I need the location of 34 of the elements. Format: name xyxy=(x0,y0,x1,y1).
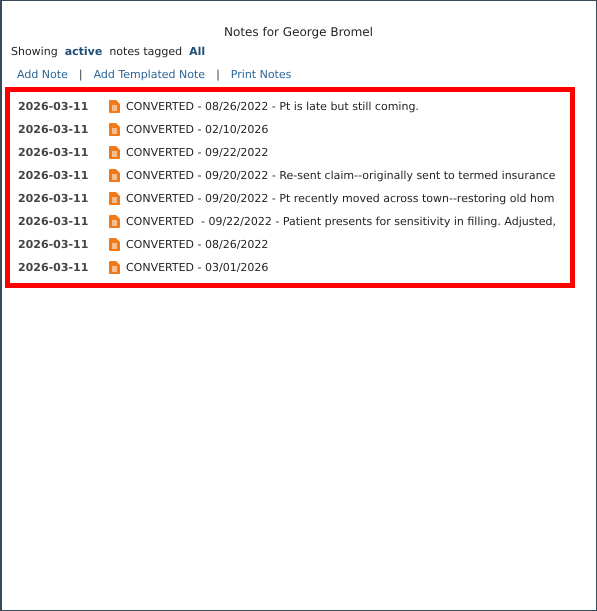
note-text[interactable]: CONVERTED - 08/26/2022 xyxy=(126,238,268,251)
note-date: 2026-03-11 xyxy=(18,100,90,113)
document-icon xyxy=(109,261,120,274)
note-date: 2026-03-11 xyxy=(18,192,90,205)
filter-label: Showing xyxy=(11,45,58,58)
note-date: 2026-03-11 xyxy=(18,146,90,159)
note-date: 2026-03-11 xyxy=(18,215,90,228)
note-date: 2026-03-11 xyxy=(18,238,90,251)
separator: | xyxy=(78,68,83,81)
note-text[interactable]: CONVERTED - 09/20/2022 - Re-sent claim--originally sent to termed insurance xyxy=(126,169,556,182)
document-icon xyxy=(109,238,120,251)
note-text[interactable]: CONVERTED - 08/26/2022 - Pt is late but still coming. xyxy=(126,100,419,113)
tag-filter[interactable]: All xyxy=(189,45,206,58)
document-icon xyxy=(109,123,120,136)
note-date: 2026-03-11 xyxy=(18,261,90,274)
document-icon xyxy=(109,192,120,205)
window-title: Notes for George Bromel xyxy=(223,25,374,39)
separator: | xyxy=(216,68,220,81)
note-date: 2026-03-11 xyxy=(18,169,90,182)
status-filter[interactable]: active xyxy=(64,45,102,58)
note-text[interactable]: CONVERTED - 09/22/2022 xyxy=(126,146,268,159)
note-date: 2026-03-11 xyxy=(18,123,90,136)
document-icon xyxy=(109,146,120,159)
filter-label: notes tagged xyxy=(109,45,182,58)
note-text[interactable]: CONVERTED - 03/01/2026 xyxy=(126,261,268,274)
document-icon xyxy=(109,100,120,113)
action-link[interactable]: Add Templated Note xyxy=(94,68,206,81)
note-text[interactable]: CONVERTED - 09/22/2022 - Patient presents for sensitivity in filling. Adjusted, xyxy=(126,215,556,228)
document-icon xyxy=(109,215,120,228)
action-link[interactable]: Add Note xyxy=(17,68,68,81)
note-text[interactable]: CONVERTED - 02/10/2026 xyxy=(126,123,268,136)
document-icon xyxy=(109,169,120,182)
action-link[interactable]: Print Notes xyxy=(230,68,292,81)
note-text[interactable]: CONVERTED - 09/20/2022 - Pt recently moved across town--restoring old hom xyxy=(126,192,554,205)
